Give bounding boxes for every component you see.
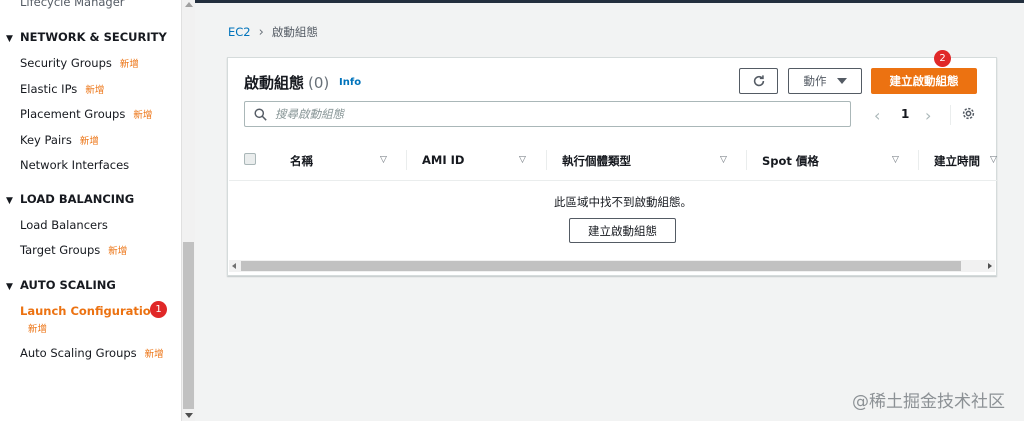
actions-dropdown-button[interactable]: 動作 (788, 68, 862, 94)
step-badge-2: 2 (934, 50, 951, 67)
scroll-up-icon[interactable] (185, 2, 193, 7)
horizontal-scrollbar[interactable] (229, 260, 995, 272)
column-header-instance-type[interactable]: 執行個體類型 (562, 153, 631, 169)
new-tag: 新增 (79, 136, 99, 147)
empty-state-message: 此區域中找不到啟動組態。 (554, 195, 692, 209)
sidebar-item-key-pairs[interactable]: Key Pairs 新增 (20, 133, 99, 147)
sort-icon[interactable]: ▽ (380, 155, 387, 165)
sidebar-item-label: Elastic IPs (20, 82, 78, 96)
sort-icon[interactable]: ▽ (892, 155, 899, 165)
sidebar-item-auto-scaling-groups[interactable]: Auto Scaling Groups 新增 (20, 346, 164, 360)
page-number[interactable]: 1 (901, 107, 909, 121)
top-border (195, 0, 1024, 3)
sidebar-item-label: Placement Groups (20, 107, 126, 121)
section-title: NETWORK & SECURITY (20, 30, 167, 44)
sidebar: Lifecycle Manager ▼ NETWORK & SECURITY Se… (0, 0, 181, 421)
panel-title-text: 啟動組態 (244, 74, 305, 92)
launch-configurations-new-tag: 新增 (28, 321, 47, 335)
new-tag: 新增 (108, 246, 128, 257)
column-header-created-time[interactable]: 建立時間 (934, 153, 980, 169)
sidebar-section-auto-scaling[interactable]: ▼ AUTO SCALING (6, 278, 116, 292)
sidebar-item-lifecycle-manager[interactable]: Lifecycle Manager (20, 0, 125, 9)
create-launch-configuration-button[interactable]: 建立啟動組態 (871, 68, 977, 94)
scroll-left-icon[interactable] (232, 263, 236, 269)
search-icon (254, 108, 267, 121)
sidebar-scrollbar[interactable] (181, 0, 195, 421)
breadcrumb: EC2 › 啟動組態 (228, 24, 318, 40)
watermark: @稀土掘金技术社区 (852, 392, 1005, 412)
sidebar-item-launch-configurations[interactable]: Launch Configurations (20, 304, 166, 318)
search-box[interactable] (244, 101, 851, 127)
sort-icon[interactable]: ▽ (720, 155, 727, 165)
scroll-down-icon[interactable] (185, 413, 193, 418)
search-input[interactable] (275, 105, 835, 123)
scroll-thumb[interactable] (183, 242, 194, 409)
chevron-right-icon: › (258, 25, 264, 40)
new-tag: 新增 (133, 110, 153, 121)
sidebar-item-label: Key Pairs (20, 133, 72, 147)
gear-icon[interactable] (961, 106, 976, 121)
new-tag: 新增 (119, 59, 139, 70)
scroll-right-icon[interactable] (988, 263, 992, 269)
page-title: 啟動組態 (0) (244, 72, 329, 93)
column-header-spot-price[interactable]: Spot 價格 (762, 153, 819, 169)
refresh-button[interactable] (739, 68, 778, 94)
new-tag: 新增 (144, 349, 164, 360)
sidebar-item-placement-groups[interactable]: Placement Groups 新增 (20, 107, 152, 121)
column-divider (546, 150, 547, 170)
item-count: (0) (308, 74, 330, 92)
select-all-checkbox[interactable] (244, 153, 256, 165)
sort-icon[interactable]: ▽ (990, 155, 997, 165)
step-badge-1: 1 (150, 301, 167, 318)
refresh-icon (753, 75, 764, 87)
section-title: AUTO SCALING (20, 278, 116, 292)
launch-configurations-panel: 啟動組態(0) Info 動作 建立啟動組態 2 ‹ 1 › 名稱 ▽ AMI … (227, 50, 997, 276)
horizontal-scroll-thumb[interactable] (241, 261, 961, 271)
column-divider (746, 150, 747, 170)
breadcrumb-ec2-link[interactable]: EC2 (228, 25, 251, 39)
sidebar-item-label: Security Groups (20, 56, 112, 70)
sidebar-item-elastic-ips[interactable]: Elastic IPs 新增 (20, 82, 104, 96)
column-divider (918, 150, 919, 170)
next-page-icon[interactable]: › (925, 106, 931, 125)
caret-down-icon: ▼ (6, 282, 13, 292)
caret-down-icon (836, 78, 847, 84)
sidebar-item-label: Target Groups (20, 243, 101, 257)
sidebar-item-network-interfaces[interactable]: Network Interfaces (20, 158, 129, 172)
breadcrumb-current: 啟動組態 (271, 25, 318, 39)
actions-label: 動作 (803, 74, 827, 88)
column-divider (406, 150, 407, 170)
info-link[interactable]: Info (339, 77, 361, 88)
previous-page-icon[interactable]: ‹ (874, 106, 880, 125)
new-tag: 新增 (85, 85, 105, 96)
sidebar-item-load-balancers[interactable]: Load Balancers (20, 218, 108, 232)
section-title: LOAD BALANCING (20, 192, 135, 206)
empty-state-create-button[interactable]: 建立啟動組態 (569, 218, 676, 243)
divider (950, 105, 951, 125)
sidebar-item-security-groups[interactable]: Security Groups 新增 (20, 56, 139, 70)
column-header-ami-id[interactable]: AMI ID (422, 153, 464, 167)
sidebar-item-label: Auto Scaling Groups (20, 346, 137, 360)
sidebar-section-network-security[interactable]: ▼ NETWORK & SECURITY (6, 30, 167, 44)
caret-down-icon: ▼ (6, 196, 13, 206)
column-header-name[interactable]: 名稱 (290, 153, 313, 169)
new-tag: 新增 (28, 324, 48, 335)
caret-down-icon: ▼ (6, 34, 13, 44)
sidebar-section-load-balancing[interactable]: ▼ LOAD BALANCING (6, 192, 134, 206)
sidebar-item-target-groups[interactable]: Target Groups 新增 (20, 243, 127, 257)
sort-icon[interactable]: ▽ (519, 155, 526, 165)
